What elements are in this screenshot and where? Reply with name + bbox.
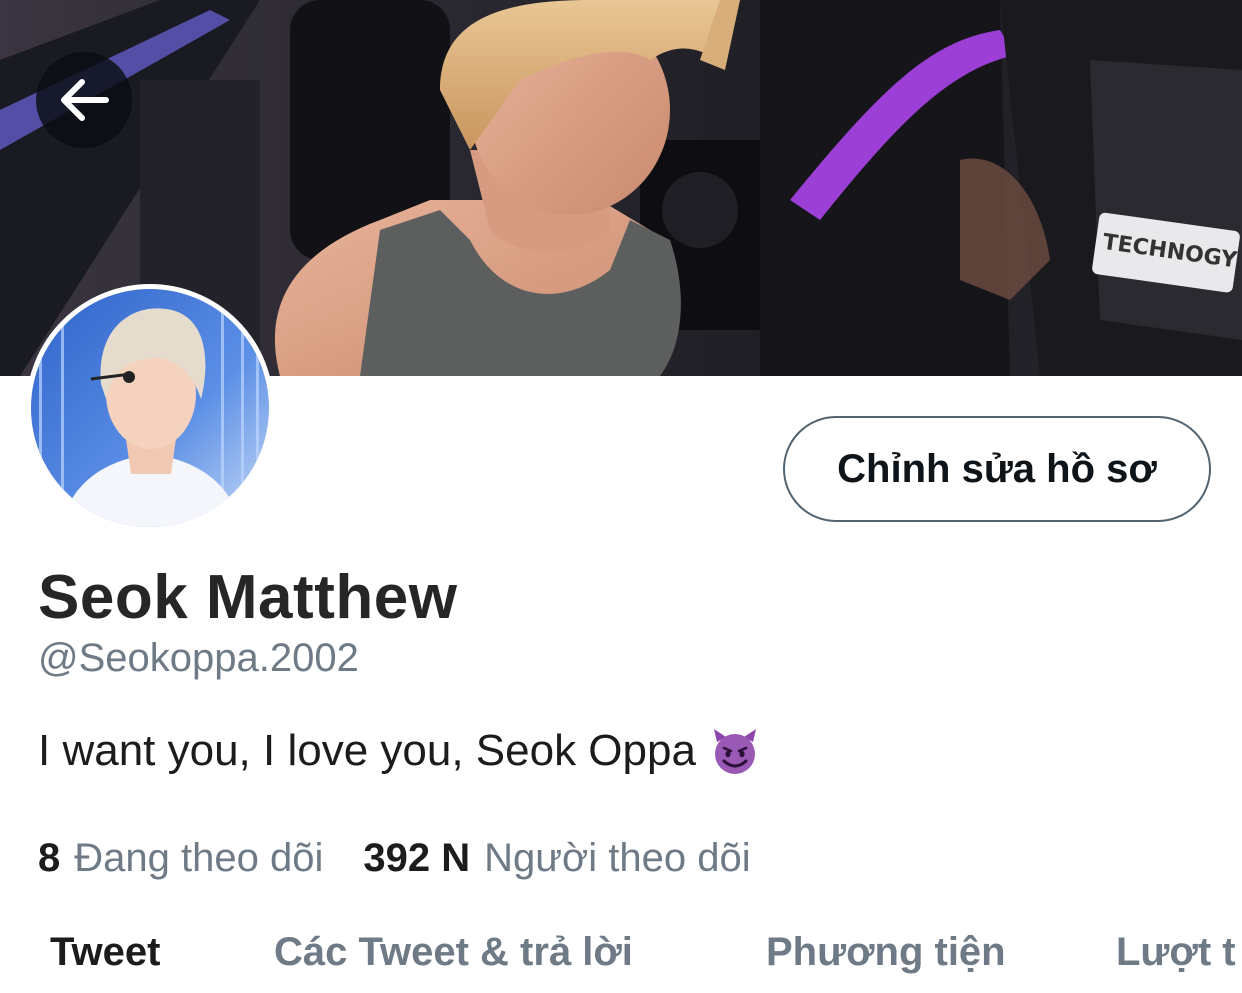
tab-likes[interactable]: Lượt t [1116,930,1236,975]
profile-tabs: Tweet Các Tweet & trả lời Phương tiện Lư… [0,930,1242,993]
avatar-photo [31,289,269,527]
arrow-left-icon [61,79,109,121]
following-count: 8 [38,836,61,880]
bio-text: I want you, I love you, Seok Oppa [38,726,696,775]
tab-media[interactable]: Phương tiện [766,930,1006,975]
following-link[interactable]: 8 Đang theo dõi [38,836,323,881]
followers-link[interactable]: 392 N Người theo dõi [363,836,750,881]
following-label: Đang theo dõi [74,836,324,880]
followers-count: 392 N [363,836,471,880]
profile-stats: 8 Đang theo dõi 392 N Người theo dõi [38,836,751,881]
profile-avatar[interactable] [26,284,274,532]
profile-bio: I want you, I love you, Seok Oppa [38,726,760,776]
followers-label: Người theo dõi [484,836,751,880]
tab-tweets-and-replies[interactable]: Các Tweet & trả lời [274,930,633,975]
edit-profile-button[interactable]: Chỉnh sửa hồ sơ [783,416,1211,522]
profile-name: Seok Matthew [38,563,458,632]
profile-handle: @Seokoppa.2002 [38,636,359,680]
tab-tweets[interactable]: Tweet [50,930,160,975]
smiling-devil-emoji-icon [713,729,756,774]
back-button[interactable] [36,52,132,148]
